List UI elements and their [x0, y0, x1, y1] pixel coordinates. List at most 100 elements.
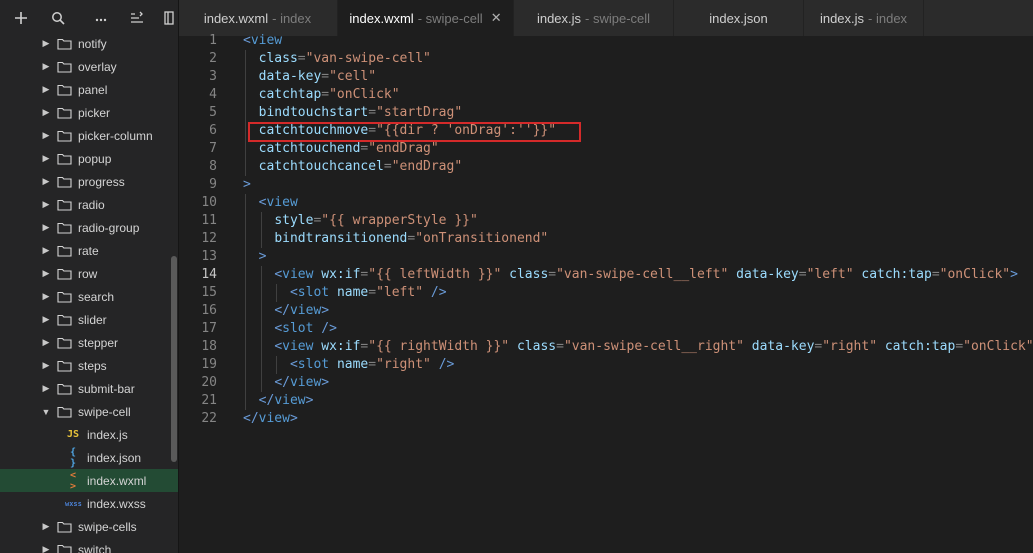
folder-icon	[57, 107, 72, 119]
chevron-right-icon[interactable]: ▶	[41, 222, 51, 233]
code-line[interactable]: 1 <view	[179, 32, 1033, 50]
code-line[interactable]: 4 catchtap="onClick"	[179, 86, 1033, 104]
tree-folder-notify[interactable]: ▶ notify	[0, 36, 178, 55]
chevron-right-icon[interactable]: ▶	[41, 199, 51, 210]
explorer-scrollbar[interactable]	[171, 256, 177, 462]
code-line[interactable]: 12 bindtransitionend="onTransitionend"	[179, 230, 1033, 248]
code-line[interactable]: 11 style="{{ wrapperStyle }}"	[179, 212, 1033, 230]
code-text: catchtouchmove="{{dir ? 'onDrag':''}}"	[259, 122, 556, 140]
chevron-right-icon[interactable]: ▶	[41, 268, 51, 279]
code-line[interactable]: 3 data-key="cell"	[179, 68, 1033, 86]
tree-folder-picker[interactable]: ▶ picker	[0, 101, 178, 124]
code-token: =	[321, 87, 330, 102]
tree-folder-radio[interactable]: ▶ radio	[0, 193, 178, 216]
code-line[interactable]: 16 </view>	[179, 302, 1033, 320]
code-line[interactable]: 15 <slot name="left" />	[179, 284, 1033, 302]
code-text: catchtap="onClick"	[259, 86, 400, 104]
tab-index-js-index[interactable]: index.js - index	[804, 0, 924, 36]
tree-file-index-wxml[interactable]: < > index.wxml	[0, 469, 178, 492]
code-token: slot	[297, 357, 337, 372]
code-line[interactable]: 13 >	[179, 248, 1033, 266]
code-line[interactable]: 8 catchtouchcancel="endDrag"	[179, 158, 1033, 176]
layout-icon[interactable]	[160, 0, 178, 36]
tree-folder-steps[interactable]: ▶ steps	[0, 354, 178, 377]
tab-index-wxml-swipe-cell[interactable]: index.wxml - swipe-cell ✕	[338, 0, 514, 36]
indent-guide	[260, 338, 262, 356]
code-editor[interactable]: 1 <view 2 class="van-swipe-cell" 3 data-key="…	[179, 33, 1033, 553]
code-line[interactable]: 19 <slot name="right" />	[179, 356, 1033, 374]
sort-icon[interactable]	[122, 0, 152, 36]
line-number: 21	[201, 393, 217, 408]
chevron-down-icon[interactable]: ▼	[41, 407, 51, 417]
chevron-right-icon[interactable]: ▶	[41, 61, 51, 72]
tree-file-index-js[interactable]: JS index.js	[0, 423, 178, 446]
line-number: 5	[209, 105, 217, 120]
code-line[interactable]: 6 catchtouchmove="{{dir ? 'onDrag':''}}"	[179, 122, 1033, 140]
chevron-right-icon[interactable]: ▶	[41, 153, 51, 164]
tree-item-label: search	[78, 289, 115, 304]
chevron-right-icon[interactable]: ▶	[41, 314, 51, 325]
tree-folder-progress[interactable]: ▶ progress	[0, 170, 178, 193]
code-token: view	[282, 267, 322, 282]
tree-folder-row[interactable]: ▶ row	[0, 262, 178, 285]
code-line[interactable]: 17 <slot />	[179, 320, 1033, 338]
tab-index-js-swipe-cell[interactable]: index.js - swipe-cell	[514, 0, 674, 36]
chevron-right-icon[interactable]: ▶	[41, 291, 51, 302]
chevron-right-icon[interactable]: ▶	[41, 107, 51, 118]
code-line[interactable]: 5 bindtouchstart="startDrag"	[179, 104, 1033, 122]
code-line[interactable]: 10 <view	[179, 194, 1033, 212]
tree-file-index-json[interactable]: { } index.json	[0, 446, 178, 469]
code-line[interactable]: 2 class="van-swipe-cell"	[179, 50, 1033, 68]
chevron-right-icon[interactable]: ▶	[41, 130, 51, 141]
chevron-right-icon[interactable]: ▶	[41, 360, 51, 371]
code-token: "left"	[806, 267, 854, 282]
tree-folder-panel[interactable]: ▶ panel	[0, 78, 178, 101]
tree-folder-switch[interactable]: ▶ switch	[0, 538, 178, 553]
code-text: <slot />	[274, 320, 337, 338]
search-icon[interactable]	[43, 0, 73, 36]
tab-index-wxml-index[interactable]: index.wxml - index	[178, 0, 338, 36]
code-line[interactable]: 9 >	[179, 176, 1033, 194]
code-line[interactable]: 7 catchtouchend="endDrag"	[179, 140, 1033, 158]
tree-folder-submit-bar[interactable]: ▶ submit-bar	[0, 377, 178, 400]
plus-icon[interactable]	[6, 0, 36, 36]
code-line[interactable]: 18 <view wx:if="{{ rightWidth }}" class="…	[179, 338, 1033, 356]
tree-folder-radio-group[interactable]: ▶ radio-group	[0, 216, 178, 239]
tree-folder-swipe-cells[interactable]: ▶ swipe-cells	[0, 515, 178, 538]
tree-folder-picker-column[interactable]: ▶ picker-column	[0, 124, 178, 147]
chevron-right-icon[interactable]: ▶	[41, 38, 51, 49]
tree-folder-overlay[interactable]: ▶ overlay	[0, 55, 178, 78]
code-token: >	[321, 303, 330, 318]
chevron-right-icon[interactable]: ▶	[41, 337, 51, 348]
tree-folder-slider[interactable]: ▶ slider	[0, 308, 178, 331]
tree-folder-rate[interactable]: ▶ rate	[0, 239, 178, 262]
code-line[interactable]: 21 </view>	[179, 392, 1033, 410]
code-line[interactable]: 22 </view>	[179, 410, 1033, 428]
line-number: 11	[201, 213, 217, 228]
chevron-right-icon[interactable]: ▶	[41, 84, 51, 95]
tab-sublabel: - swipe-cell	[585, 10, 651, 26]
code-line[interactable]: 14 <view wx:if="{{ leftWidth }}" class="v…	[179, 266, 1033, 284]
chevron-right-icon[interactable]: ▶	[41, 176, 51, 187]
tree-folder-swipe-cell[interactable]: ▼ swipe-cell	[0, 400, 178, 423]
tab-index-json[interactable]: index.json	[674, 0, 804, 36]
tree-folder-stepper[interactable]: ▶ stepper	[0, 331, 178, 354]
code-token: "{{ wrapperStyle }}"	[321, 213, 478, 228]
tree-file-index-wxss[interactable]: wxss index.wxss	[0, 492, 178, 515]
close-icon[interactable]: ✕	[491, 10, 502, 26]
code-token: =	[798, 267, 807, 282]
folder-icon	[57, 222, 72, 234]
chevron-right-icon[interactable]: ▶	[41, 245, 51, 256]
tree-folder-popup[interactable]: ▶ popup	[0, 147, 178, 170]
folder-icon	[57, 199, 72, 211]
code-line[interactable]: 20 </view>	[179, 374, 1033, 392]
tree-folder-search[interactable]: ▶ search	[0, 285, 178, 308]
code-token: >	[1010, 267, 1018, 282]
tab-label: index.js	[536, 10, 582, 26]
tree-item-label: radio	[78, 197, 105, 212]
chevron-right-icon[interactable]: ▶	[41, 544, 51, 553]
ellipsis-icon[interactable]	[86, 0, 116, 36]
chevron-right-icon[interactable]: ▶	[41, 383, 51, 394]
chevron-right-icon[interactable]: ▶	[41, 521, 51, 532]
